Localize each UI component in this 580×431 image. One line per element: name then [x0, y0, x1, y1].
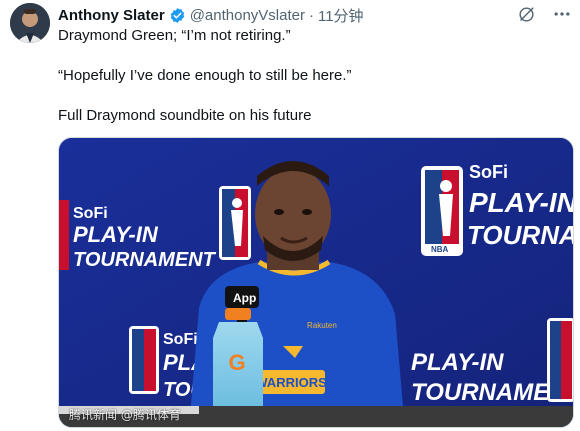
backdrop-tournament-right: TOURNAMENT — [467, 220, 574, 250]
avatar-image — [10, 3, 50, 43]
separator-dot: · — [308, 6, 314, 24]
tweet-line-quote-2: “Hopefully I’ve done enough to still be … — [58, 67, 352, 84]
author-handle[interactable]: @anthonyVslater — [190, 7, 305, 24]
video-watermark: 腾讯新闻 @腾讯体育 — [69, 408, 181, 422]
tweet-header: Anthony Slater @anthonyVslater · 11分钟 — [58, 5, 364, 25]
tweet-video[interactable]: SoFi PLAY-IN TOURNAMENT NBA SoFi PLAY-IN… — [58, 137, 574, 428]
nba-logo-text: NBA — [431, 245, 449, 254]
backdrop-playin-left: PLAY-IN — [73, 222, 159, 247]
backdrop-playin-lower-right: PLAY-IN — [411, 349, 504, 376]
nba-logo-left-top — [219, 186, 251, 260]
author-name[interactable]: Anthony Slater — [58, 7, 165, 24]
jersey-text: WARRIORS — [255, 375, 327, 390]
bottle-brand: G — [228, 350, 245, 375]
mic-label: App — [233, 291, 256, 305]
author-avatar[interactable] — [10, 3, 50, 43]
tweet-actions — [516, 4, 572, 24]
backdrop-sofi-lower: SoFi — [163, 331, 198, 348]
jersey-brand: Rakuten — [307, 321, 337, 330]
tweet-timestamp[interactable]: 11分钟 — [318, 5, 364, 26]
backdrop-tournament-left: TOURNAMENT — [73, 249, 217, 271]
tweet-line-caption: Full Draymond soundbite on his future — [58, 107, 312, 124]
backdrop-sofi-right: SoFi — [469, 162, 508, 182]
more-icon[interactable] — [552, 4, 572, 24]
verified-badge-icon[interactable] — [169, 7, 186, 24]
tweet-line-quote: Draymond Green; “I’m not retiring.” — [58, 27, 291, 44]
backdrop-playin-right: PLAY-IN — [469, 187, 574, 218]
grok-icon[interactable] — [516, 4, 536, 24]
backdrop-sofi-left: SoFi — [73, 205, 108, 222]
video-frame: SoFi PLAY-IN TOURNAMENT NBA SoFi PLAY-IN… — [59, 138, 574, 427]
nba-logo-right: NBA — [421, 166, 463, 256]
